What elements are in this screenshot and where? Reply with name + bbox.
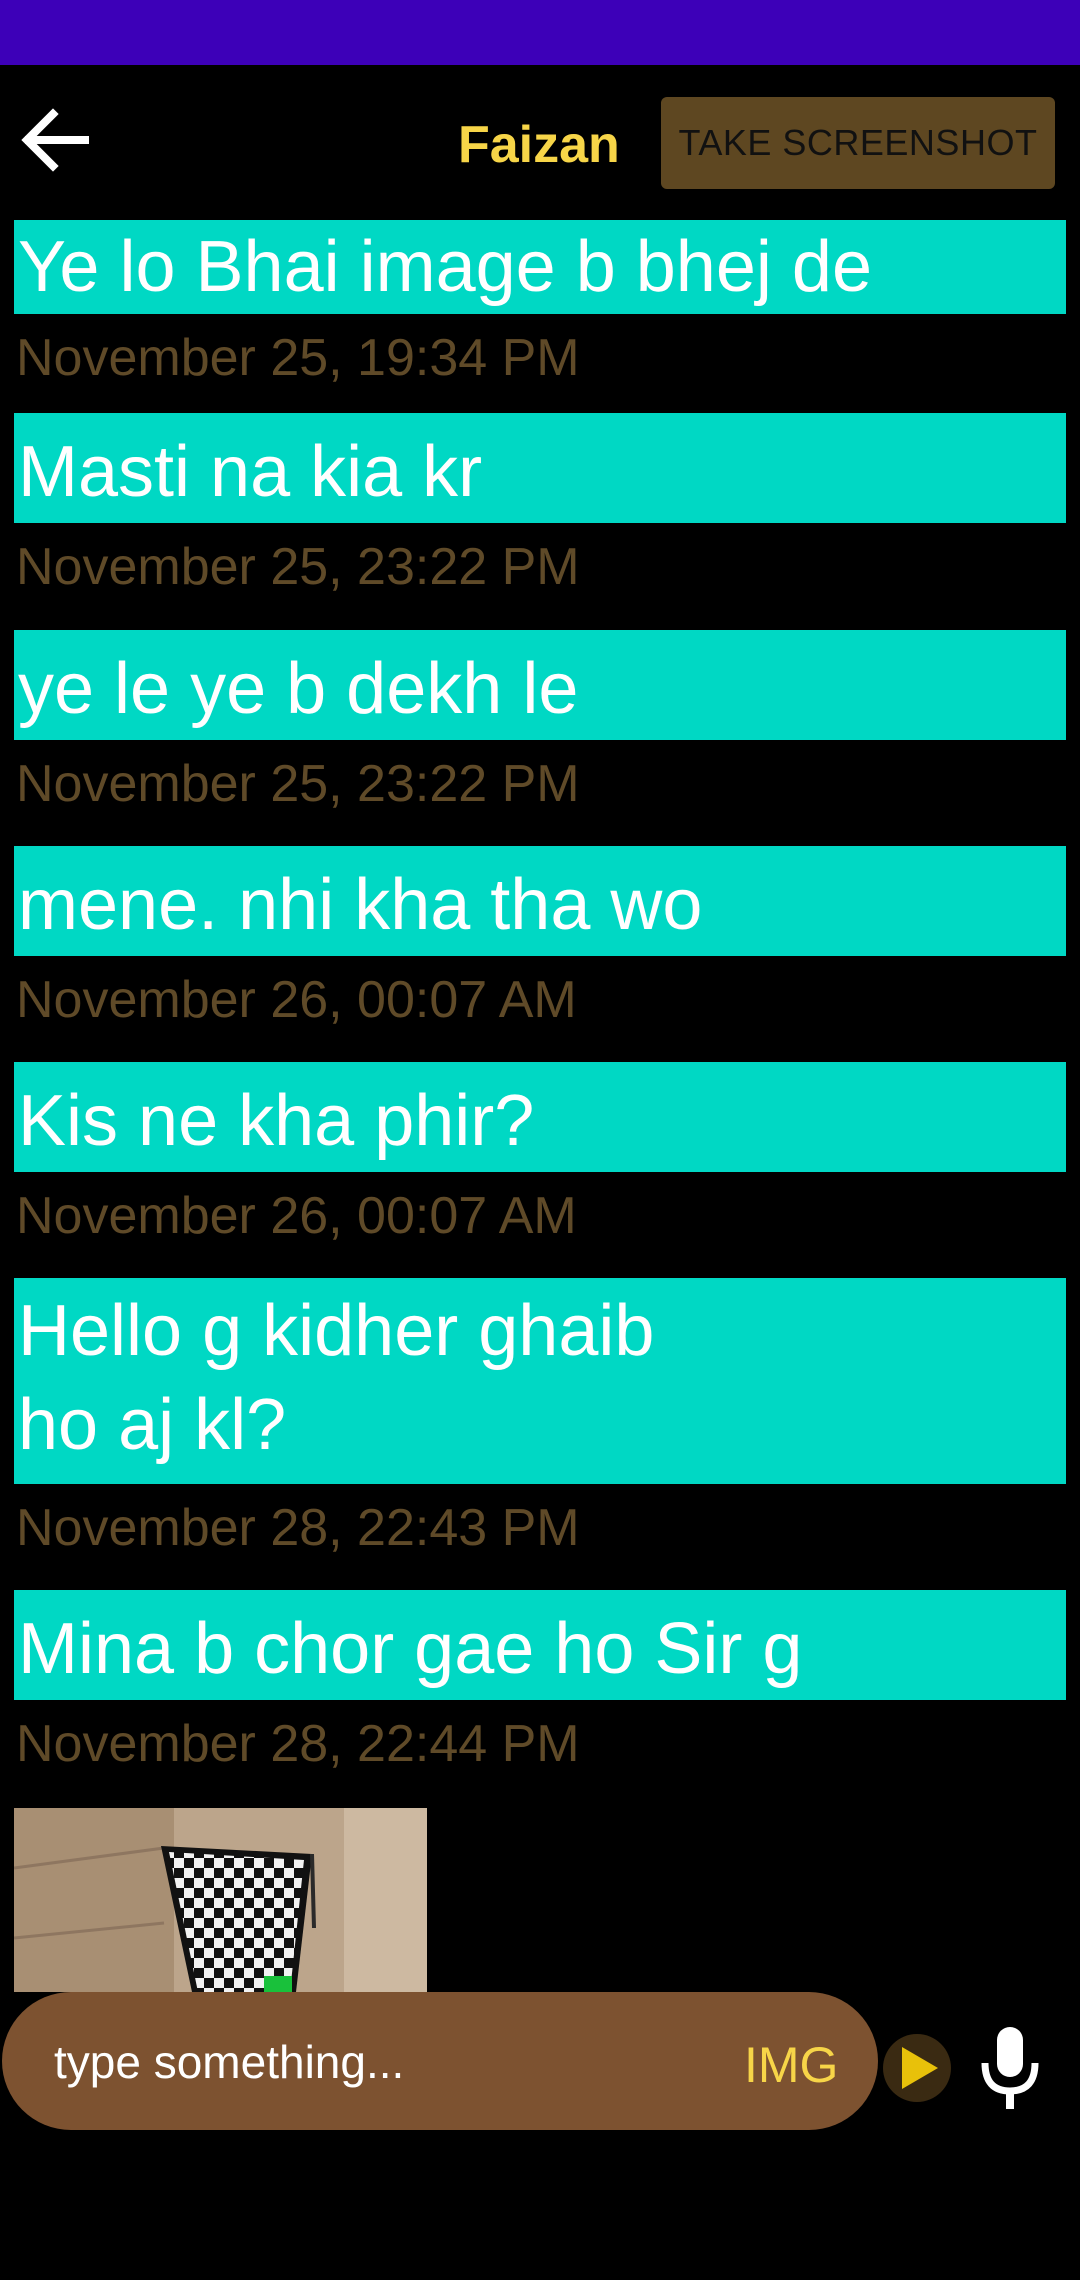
message-composer: IMG [2,1992,878,2130]
contact-name: Faizan [458,116,620,174]
message-timestamp: November 26, 00:07 AM [16,971,577,1029]
arrow-left-icon [21,108,89,172]
back-button[interactable] [10,95,100,185]
message-timestamp: November 26, 00:07 AM [16,1187,577,1245]
message-item: Masti na kia kr November 25, 23:22 PM [14,413,1066,597]
message-input[interactable] [52,2026,696,2098]
message-item: ye le ye b dekh le November 25, 23:22 PM [14,630,1066,814]
message-bubble[interactable]: Hello g kidher ghaib ho aj kl? [14,1278,1066,1484]
message-bubble[interactable]: Mina b chor gae ho Sir g [14,1590,1066,1700]
message-text-line: Hello g kidher ghaib [18,1291,655,1371]
message-timestamp: November 28, 22:43 PM [16,1499,580,1557]
message-item: Hello g kidher ghaib ho aj kl? November … [14,1278,1066,1558]
status-bar [0,0,1080,65]
message-bubble[interactable]: ye le ye b dekh le [14,630,1066,740]
take-screenshot-button[interactable]: TAKE SCREENSHOT [661,97,1055,189]
message-bubble[interactable]: Masti na kia kr [14,413,1066,523]
microphone-icon [981,2027,1039,2109]
message-timestamp: November 25, 19:34 PM [16,329,580,387]
message-bubble[interactable]: Ye lo Bhai image b bhej de [14,220,1066,314]
message-item: Kis ne kha phir? November 26, 00:07 AM [14,1062,1066,1246]
message-timestamp: November 25, 23:22 PM [16,538,580,596]
message-timestamp: November 28, 22:44 PM [16,1715,580,1773]
checkerboard-photo [14,1808,427,1992]
message-text-line: ho aj kl? [18,1385,287,1465]
img-attach-button[interactable]: IMG [744,2030,838,2100]
app-bar: Faizan TAKE SCREENSHOT [0,65,1080,220]
mic-button[interactable] [970,2018,1050,2118]
send-button[interactable] [883,2034,951,2102]
play-triangle-icon [902,2047,938,2089]
message-item: Ye lo Bhai image b bhej de November 25, … [14,220,1066,388]
chat-messages-list[interactable]: Ye lo Bhai image b bhej de November 25, … [0,220,1080,1992]
image-message-thumbnail[interactable] [14,1808,427,1992]
message-bubble[interactable]: Kis ne kha phir? [14,1062,1066,1172]
message-bubble[interactable]: mene. nhi kha tha wo [14,846,1066,956]
message-timestamp: November 25, 23:22 PM [16,755,580,813]
message-item: mene. nhi kha tha wo November 26, 00:07 … [14,846,1066,1030]
message-item: Mina b chor gae ho Sir g November 28, 22… [14,1590,1066,1774]
